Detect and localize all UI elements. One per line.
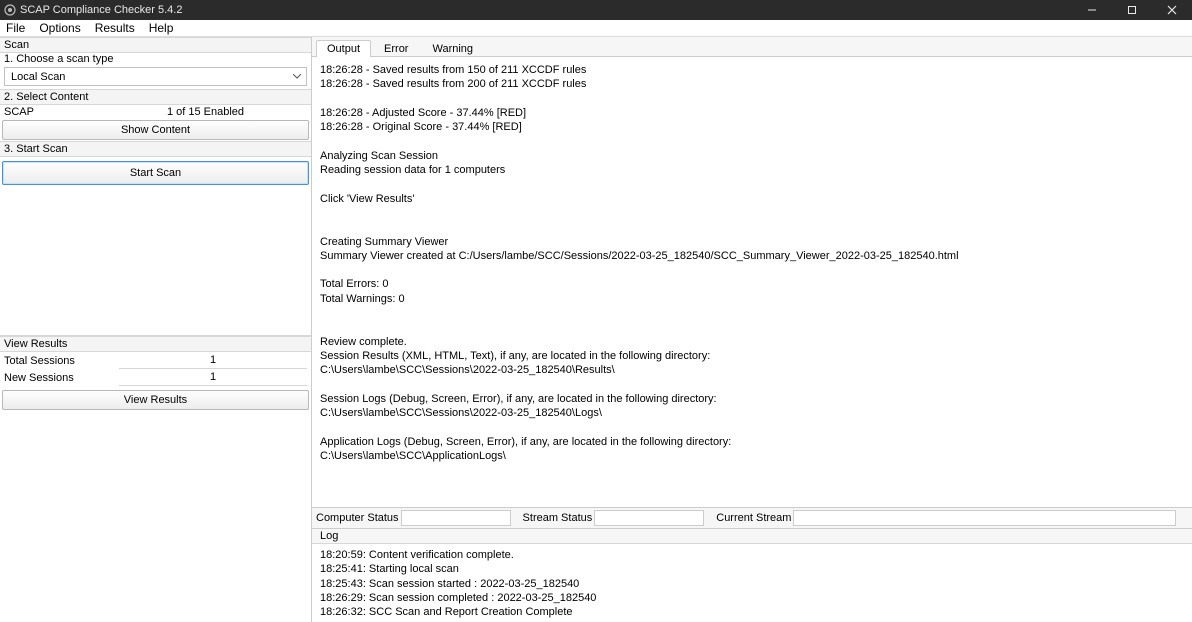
app-icon [4,4,16,16]
new-sessions-value: 1 [119,369,307,386]
log-header: Log [312,529,1192,544]
show-content-button[interactable]: Show Content [2,120,309,140]
new-sessions-row: New Sessions 1 [0,369,311,386]
view-results-button[interactable]: View Results [2,390,309,410]
left-panel: Scan 1. Choose a scan type Local Scan 2.… [0,37,312,622]
view-results-header: View Results [0,336,311,352]
total-sessions-value: 1 [119,352,307,369]
scan-type-value: Local Scan [11,71,65,83]
tab-output[interactable]: Output [316,40,371,57]
computer-status-label: Computer Status [316,512,399,524]
window-title: SCAP Compliance Checker 5.4.2 [20,4,182,16]
computer-status-value [401,510,511,526]
stream-status-value [594,510,704,526]
content-label: SCAP [4,106,104,118]
total-sessions-row: Total Sessions 1 [0,352,311,369]
menu-file[interactable]: File [6,21,25,35]
menu-options[interactable]: Options [39,21,80,35]
content-enabled-count: 1 of 15 Enabled [104,106,307,118]
step-start-scan: 3. Start Scan [0,141,311,157]
current-stream-value [793,510,1176,526]
tab-warning-label: Warning [432,43,473,55]
tab-error[interactable]: Error [373,40,419,57]
tab-output-label: Output [327,43,360,55]
stream-status-label: Stream Status [523,512,593,524]
right-panel: Output Error Warning 18:26:28 - Saved re… [312,37,1192,622]
close-button[interactable] [1152,0,1192,20]
menu-help[interactable]: Help [149,21,174,35]
scan-header: Scan [0,37,311,53]
start-scan-button[interactable]: Start Scan [2,161,309,185]
menu-results[interactable]: Results [95,21,135,35]
current-stream-label: Current Stream [716,512,791,524]
show-content-label: Show Content [121,124,190,136]
maximize-button[interactable] [1112,0,1152,20]
total-sessions-label: Total Sessions [4,355,119,367]
log-textarea[interactable]: 18:20:59: Content verification complete.… [312,544,1192,622]
menubar: File Options Results Help [0,20,1192,37]
scan-type-select[interactable]: Local Scan [4,67,307,86]
status-strip: Computer Status Stream Status Current St… [312,507,1192,529]
titlebar: SCAP Compliance Checker 5.4.2 [0,0,1192,20]
start-scan-label: Start Scan [130,167,181,179]
output-tabs: Output Error Warning [312,37,1192,57]
new-sessions-label: New Sessions [4,372,119,384]
step-select-content: 2. Select Content [0,89,311,105]
chevron-down-icon [290,70,304,83]
minimize-button[interactable] [1072,0,1112,20]
tab-error-label: Error [384,43,408,55]
step-choose-type: 1. Choose a scan type [0,53,311,67]
view-results-button-label: View Results [124,394,187,406]
tab-warning[interactable]: Warning [421,40,484,57]
content-row: SCAP 1 of 15 Enabled [0,105,311,119]
output-textarea[interactable]: 18:26:28 - Saved results from 150 of 211… [312,57,1192,507]
